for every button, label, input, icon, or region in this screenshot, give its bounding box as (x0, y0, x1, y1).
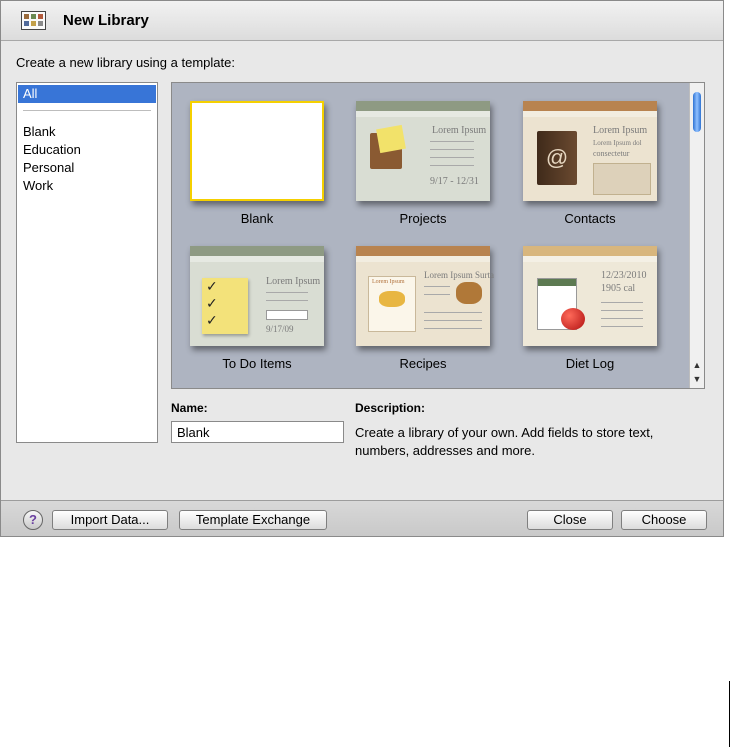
tile-band-highlight (356, 111, 490, 117)
preview-line (424, 328, 482, 329)
scroll-up-arrow-icon[interactable]: ▲ (692, 359, 702, 371)
tile-band (356, 101, 490, 111)
tile-band-highlight (356, 256, 490, 262)
preview-line (430, 157, 474, 158)
log-sheet-header (538, 279, 576, 286)
preview-date: 12/23/2010 (601, 270, 647, 281)
sticky-note-icon (376, 124, 406, 154)
preview-line (424, 286, 450, 287)
scrollbar-thumb[interactable] (693, 92, 701, 132)
preview-line (424, 320, 482, 321)
recipe-card-title: Lorem Ipsum (372, 279, 405, 285)
preview-line (266, 292, 308, 293)
category-item-work[interactable]: Work (23, 177, 53, 195)
template-to-do-items[interactable]: ✓ ✓ ✓ Lorem Ipsum 9/17/09 (190, 246, 324, 346)
address-book-icon: @ (537, 131, 577, 185)
template-gallery[interactable]: Blank Lorem Ipsum 9/17 - 12/31 Projects … (171, 82, 705, 389)
tile-band (523, 246, 657, 256)
category-item-all[interactable]: All (18, 85, 156, 103)
category-separator (23, 110, 151, 111)
help-icon[interactable]: ? (23, 510, 43, 530)
preview-line (266, 300, 308, 301)
description-text: Create a library of your own. Add fields… (355, 425, 654, 458)
scroll-down-arrow-icon[interactable]: ▼ (692, 373, 702, 385)
template-blank[interactable] (190, 101, 324, 201)
preview-dropdown (266, 310, 308, 320)
tile-band (356, 246, 490, 256)
template-label-blank: Blank (240, 211, 274, 226)
category-item-education[interactable]: Education (23, 141, 81, 159)
template-label-recipes: Recipes (399, 356, 447, 371)
import-data-button[interactable]: Import Data... (52, 510, 168, 530)
recipe-card: Lorem Ipsum (368, 276, 416, 332)
gallery-scrollbar[interactable]: ▲ ▼ (689, 83, 704, 388)
window-title: New Library (63, 12, 149, 29)
title-bar: New Library (1, 1, 723, 41)
preview-line (601, 326, 643, 327)
preview-line (430, 149, 474, 150)
name-field[interactable] (171, 421, 344, 443)
category-list[interactable]: All Blank Education Personal Work (16, 82, 158, 443)
template-label-contacts: Contacts (564, 211, 616, 226)
preview-date: 9/17/09 (266, 324, 294, 334)
preview-heading: Lorem Ipsum (432, 125, 487, 136)
food-image (379, 291, 405, 307)
preview-heading: Lorem Ipsum Surta (424, 270, 494, 280)
preview-sub2: consectetur (593, 149, 630, 158)
preview-line (601, 310, 643, 311)
template-contacts[interactable]: @ Lorem Ipsum Lorem Ipsum dol consectetu… (523, 101, 657, 201)
preview-line (424, 312, 482, 313)
preview-line (430, 165, 474, 166)
preview-line (424, 294, 450, 295)
template-diet-log[interactable]: 12/23/2010 1905 cal (523, 246, 657, 346)
template-label-diet-log: Diet Log (565, 356, 615, 371)
page-edge-mark (729, 681, 730, 747)
checklist-note: ✓ ✓ ✓ (202, 278, 248, 334)
category-item-blank[interactable]: Blank (23, 123, 56, 141)
tile-band-highlight (190, 256, 324, 262)
template-label-projects: Projects (399, 211, 447, 226)
bottom-toolbar: ? Import Data... Template Exchange Close… (1, 500, 723, 536)
template-exchange-button[interactable]: Template Exchange (179, 510, 327, 530)
close-button[interactable]: Close (527, 510, 613, 530)
description-label: Description: (355, 401, 426, 415)
tile-band (523, 101, 657, 111)
apple-icon (561, 308, 585, 330)
preview-line (601, 318, 643, 319)
preview-dates: 9/17 - 12/31 (430, 176, 479, 187)
instruction-text: Create a new library using a template: (16, 55, 235, 70)
tile-band-highlight (523, 111, 657, 117)
template-recipes[interactable]: Lorem Ipsum Lorem Ipsum Surta (356, 246, 494, 346)
template-projects[interactable]: Lorem Ipsum 9/17 - 12/31 (356, 101, 490, 201)
tile-band (190, 246, 324, 256)
preview-heading: Lorem Ipsum (593, 125, 648, 136)
preview-line (601, 302, 643, 303)
preview-calories: 1905 cal (601, 283, 636, 294)
name-label: Name: (171, 401, 208, 415)
tile-band-highlight (523, 256, 657, 262)
template-label-to-do-items: To Do Items (222, 356, 292, 371)
new-library-window: New Library Create a new library using a… (0, 0, 724, 537)
preview-sub: Lorem Ipsum dol (593, 139, 642, 147)
library-icon (21, 11, 46, 30)
preview-heading: Lorem Ipsum (266, 276, 321, 287)
food-photo (456, 282, 482, 304)
category-item-personal[interactable]: Personal (23, 159, 74, 177)
choose-button[interactable]: Choose (621, 510, 707, 530)
preview-card (593, 163, 651, 195)
preview-line (430, 141, 474, 142)
